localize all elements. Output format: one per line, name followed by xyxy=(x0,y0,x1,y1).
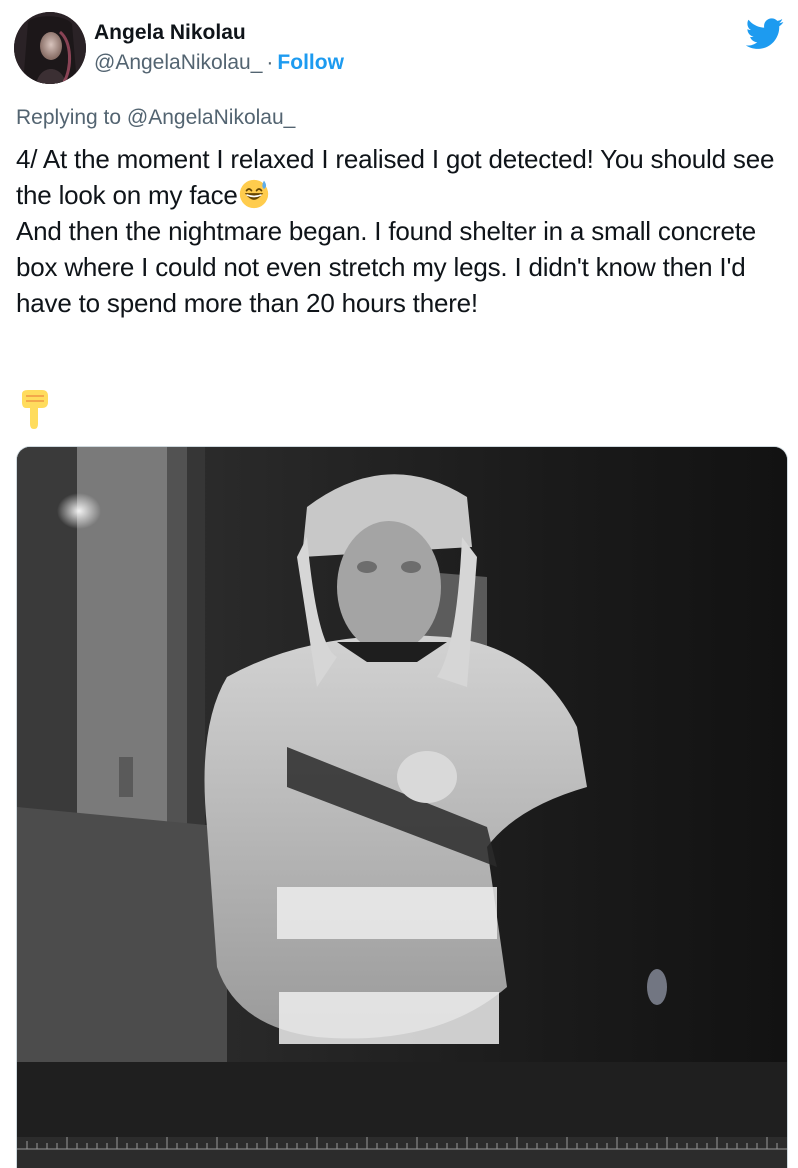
tweet-text: 4/ At the moment I relaxed I realised I … xyxy=(16,141,776,321)
handle-line: @AngelaNikolau_ · Follow xyxy=(94,48,344,78)
avatar-image xyxy=(14,12,86,84)
user-info: Angela Nikolau @AngelaNikolau_ · Follow xyxy=(94,20,344,78)
tweet-header: Angela Nikolau @AngelaNikolau_ · Follow xyxy=(14,12,784,86)
backhand-index-pointing-down-emoji xyxy=(22,390,48,429)
tweet-line-1: 4/ At the moment I relaxed I realised I … xyxy=(16,141,776,213)
display-name[interactable]: Angela Nikolau xyxy=(94,20,344,46)
tweet-line-1-text: 4/ At the moment I relaxed I realised I … xyxy=(16,144,782,210)
user-handle[interactable]: @AngelaNikolau_ xyxy=(94,51,262,74)
tweet-card: Angela Nikolau @AngelaNikolau_ · Follow Re… xyxy=(0,0,798,1168)
grinning-face-with-sweat-emoji xyxy=(239,179,268,209)
replying-to-label: Replying to xyxy=(16,106,127,129)
photo-night-vision xyxy=(17,447,787,1168)
tweet-line-2: And then the nightmare began. I found sh… xyxy=(16,216,764,318)
avatar[interactable] xyxy=(14,12,86,84)
replying-to: Replying to @AngelaNikolau_ xyxy=(16,104,295,132)
separator-dot: · xyxy=(266,51,274,74)
follow-button[interactable]: Follow xyxy=(277,51,344,74)
tweet-photo[interactable] xyxy=(16,446,788,1168)
replying-to-handle[interactable]: @AngelaNikolau_ xyxy=(127,106,295,129)
twitter-bird-icon[interactable] xyxy=(746,18,784,50)
